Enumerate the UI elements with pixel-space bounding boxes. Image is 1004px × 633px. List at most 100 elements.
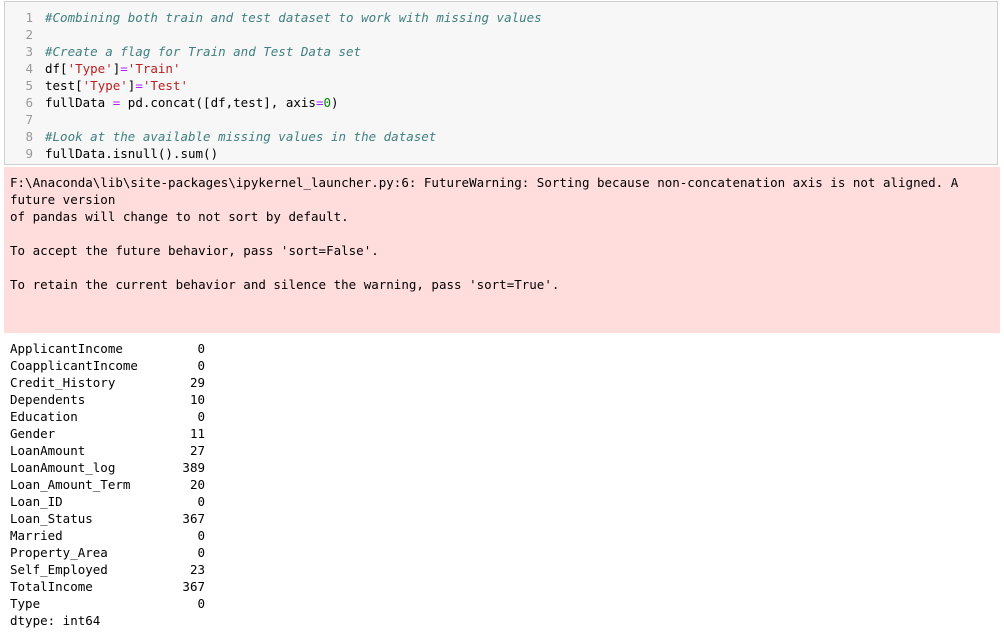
series-row: TotalIncome 367: [10, 578, 410, 595]
series-index-label: LoanAmount_log: [10, 460, 116, 475]
series-index-label: Type: [10, 596, 41, 611]
series-value: 0: [197, 409, 205, 424]
series-value: 0: [197, 528, 205, 543]
series-value: 367: [182, 579, 205, 594]
series-index-label: Self_Employed: [10, 562, 108, 577]
series-index-label: Property_Area: [10, 545, 108, 560]
series-index-label: Married: [10, 528, 63, 543]
code-line[interactable]: 2: [5, 26, 997, 43]
series-index-label: Education: [10, 409, 78, 424]
code-token: =: [135, 78, 143, 93]
series-row: Self_Employed 23: [10, 561, 410, 578]
series-index-label: CoapplicantIncome: [10, 358, 138, 373]
code-token: df[: [45, 61, 68, 76]
series-value: 0: [197, 341, 205, 356]
code-token: fullData.isnull().sum(): [45, 146, 219, 161]
series-value: 20: [189, 477, 205, 492]
line-number: 8: [25, 129, 33, 144]
code-token: pd.concat([df,test], axis: [120, 95, 316, 110]
series-value: 0: [197, 545, 205, 560]
code-text[interactable]: #Combining both train and test dataset t…: [45, 9, 542, 26]
series-value: 0: [197, 596, 205, 611]
series-row: Gender 11: [10, 425, 410, 442]
code-text[interactable]: df['Type']='Train': [45, 60, 180, 77]
code-line[interactable]: 9 fullData.isnull().sum(): [5, 145, 997, 162]
series-row: Credit_History 29: [10, 374, 410, 391]
series-index-label: Credit_History: [10, 375, 116, 390]
stderr-line: [10, 259, 994, 276]
series-value: 0: [197, 494, 205, 509]
series-value: 0: [197, 358, 205, 373]
series-index-label: Loan_ID: [10, 494, 63, 509]
series-value: 27: [189, 443, 205, 458]
code-token: #Look at the available missing values in…: [45, 129, 437, 144]
code-token: test[: [45, 78, 83, 93]
code-token: 'Test': [142, 78, 189, 93]
series-index-label: Dependents: [10, 392, 86, 407]
series-value: 389: [182, 460, 205, 475]
code-line[interactable]: 4 df['Type']='Train': [5, 60, 997, 77]
line-number: 5: [25, 78, 33, 93]
stderr-line: future version: [10, 192, 116, 207]
code-text[interactable]: fullData = pd.concat([df,test], axis=0): [45, 94, 339, 111]
code-line[interactable]: 8 #Look at the available missing values i…: [5, 128, 997, 145]
code-token: 'Type': [67, 61, 113, 76]
series-index-label: ApplicantIncome: [10, 341, 123, 356]
line-number: 6: [25, 95, 33, 110]
series-index-label: TotalIncome: [10, 579, 93, 594]
line-number: 1: [25, 10, 33, 25]
series-row: Dependents 10: [10, 391, 410, 408]
line-number: 9: [25, 146, 33, 161]
series-row: Type 0: [10, 595, 410, 612]
series-index-label: Gender: [10, 426, 56, 441]
series-row: Education 0: [10, 408, 410, 425]
code-line[interactable]: 5 test['Type']='Test': [5, 77, 997, 94]
stderr-line: [10, 225, 994, 242]
code-text[interactable]: #Look at the available missing values in…: [45, 128, 436, 145]
series-index-label: LoanAmount: [10, 443, 86, 458]
line-number: 4: [25, 61, 33, 76]
series-row: CoapplicantIncome 0: [10, 357, 410, 374]
code-line[interactable]: 7: [5, 111, 997, 128]
series-row: LoanAmount_log 389: [10, 459, 410, 476]
series-value: 23: [189, 562, 205, 577]
stderr-line: F:\Anaconda\lib\site-packages\ipykernel_…: [10, 175, 959, 190]
code-token: #Create a flag for Train and Test Data s…: [45, 44, 362, 59]
series-value: 10: [189, 392, 205, 407]
code-text[interactable]: test['Type']='Test': [45, 77, 188, 94]
code-token: 'Type': [82, 78, 128, 93]
dtype-line: dtype: int64: [10, 613, 101, 628]
stderr-output: F:\Anaconda\lib\site-packages\ipykernel_…: [4, 167, 1000, 333]
series-row: Property_Area 0: [10, 544, 410, 561]
code-line[interactable]: 1 #Combining both train and test dataset …: [5, 9, 997, 26]
series-index-label: Loan_Status: [10, 511, 93, 526]
series-row: Married 0: [10, 527, 410, 544]
code-text[interactable]: fullData.isnull().sum(): [45, 145, 218, 162]
series-index-label: Loan_Amount_Term: [10, 477, 131, 492]
code-token: fullData: [45, 95, 113, 110]
code-token: 'Train': [127, 61, 181, 76]
stderr-line: of pandas will change to not sort by def…: [10, 209, 349, 224]
code-text[interactable]: #Create a flag for Train and Test Data s…: [45, 43, 361, 60]
series-value: 367: [182, 511, 205, 526]
stdout-output: ApplicantIncome 0 CoapplicantIncome 0 Credit…: [10, 340, 410, 629]
series-row: Loan_Status 367: [10, 510, 410, 527]
code-token: 0: [323, 95, 331, 110]
series-row: ApplicantIncome 0: [10, 340, 410, 357]
series-row: Loan_Amount_Term 20: [10, 476, 410, 493]
series-value: 11: [189, 426, 205, 441]
code-token: #Combining both train and test dataset t…: [45, 10, 542, 25]
series-value: 29: [189, 375, 205, 390]
line-number: 3: [25, 44, 33, 59]
stderr-line: To accept the future behavior, pass 'sor…: [10, 243, 379, 258]
code-line[interactable]: 6 fullData = pd.concat([df,test], axis=0): [5, 94, 997, 111]
line-number: 2: [25, 27, 33, 42]
series-row: Loan_ID 0: [10, 493, 410, 510]
series-row: LoanAmount 27: [10, 442, 410, 459]
code-line[interactable]: 3 #Create a flag for Train and Test Data …: [5, 43, 997, 60]
code-cell-input[interactable]: 1 #Combining both train and test dataset …: [4, 1, 998, 165]
stderr-line: To retain the current behavior and silen…: [10, 277, 560, 292]
code-token: =: [120, 61, 128, 76]
code-token: ): [331, 95, 339, 110]
line-number: 7: [25, 112, 33, 127]
